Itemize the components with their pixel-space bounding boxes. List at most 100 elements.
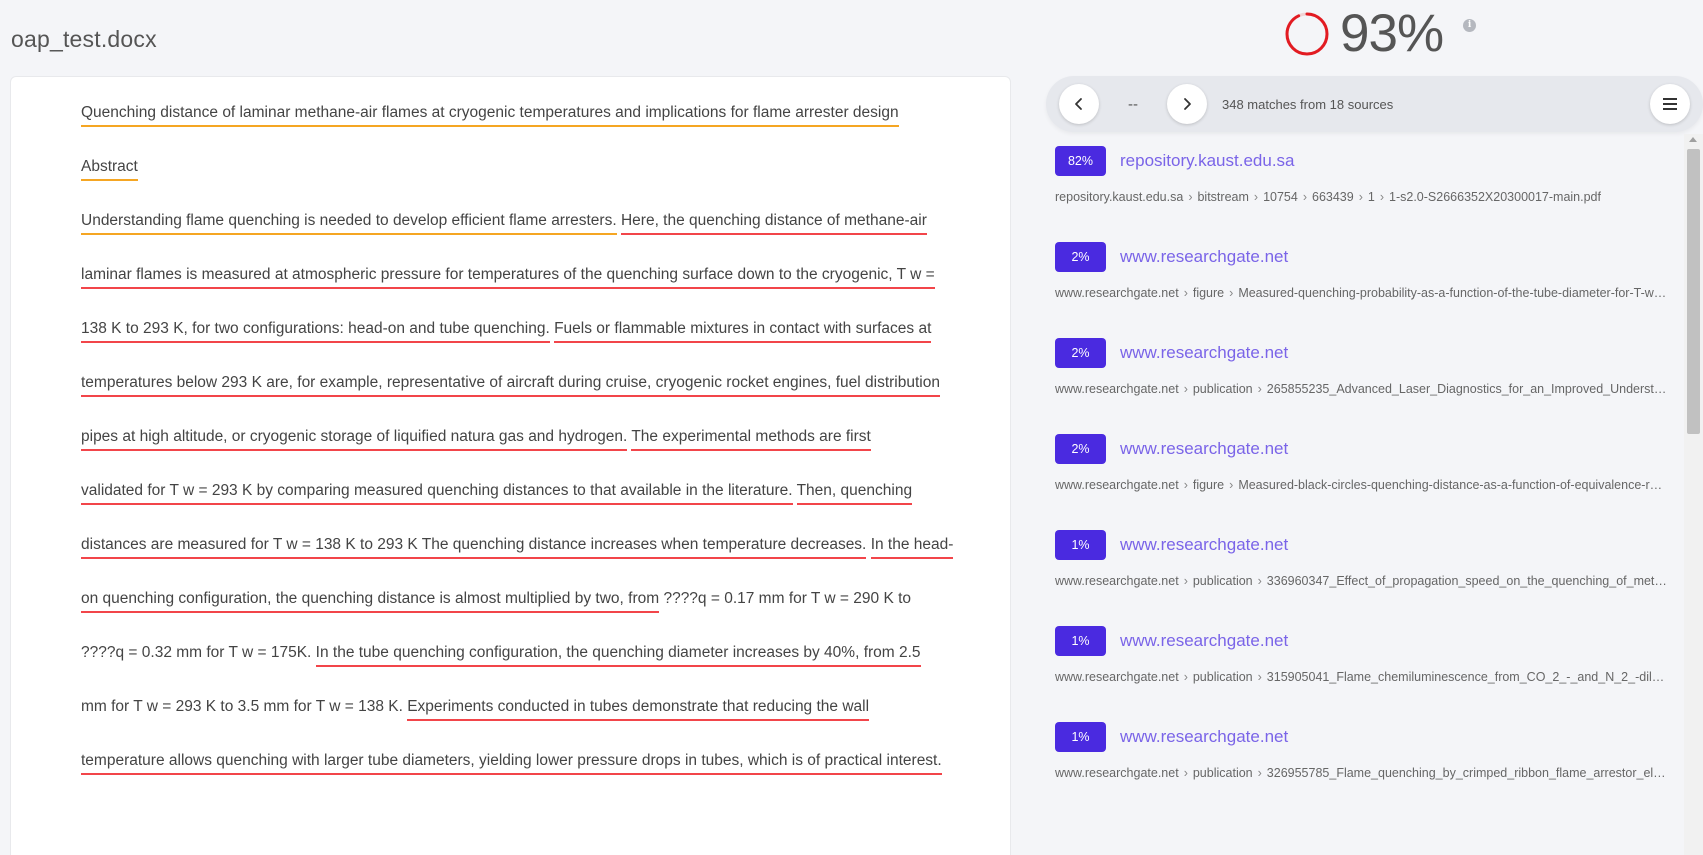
source-path: www.researchgate.net › publication › 3369603…	[1055, 574, 1667, 588]
source-item[interactable]: 2% www.researchgate.net www.researchgate.n…	[1055, 434, 1675, 514]
source-path-segment: 1-s2.0-S2666352X20300017-main.pdf	[1389, 190, 1601, 204]
source-path: www.researchgate.net › publication › 2658552…	[1055, 382, 1667, 396]
source-item[interactable]: 1% www.researchgate.net www.researchgate.n…	[1055, 530, 1675, 610]
breadcrumb-separator-icon: ›	[1183, 766, 1188, 780]
document-title: oap_test.docx	[11, 26, 157, 52]
source-path-segment: bitstream	[1197, 190, 1249, 204]
source-path-segment: 336960347_Effect_of_propagation_speed_on…	[1266, 574, 1667, 588]
source-percent-badge: 1%	[1055, 626, 1106, 656]
breadcrumb-separator-icon: ›	[1188, 190, 1193, 204]
source-path-segment: repository.kaust.edu.sa	[1055, 190, 1184, 204]
source-path-segment: 265855235_Advanced_Laser_Diagnostics_for…	[1266, 382, 1667, 396]
matched-text-segment[interactable]: In the head-	[870, 536, 954, 559]
source-item[interactable]: 2% www.researchgate.net www.researchgate.n…	[1055, 338, 1675, 418]
matched-text-segment[interactable]: Quenching distance of laminar methane-ai…	[81, 104, 899, 127]
source-path-segment: 10754	[1263, 190, 1298, 204]
source-path: www.researchgate.net › figure › Measured-bla…	[1055, 478, 1667, 492]
previous-match-button[interactable]	[1059, 84, 1099, 124]
matched-text-segment[interactable]: Then, quenching	[796, 482, 913, 505]
source-path-segment: publication	[1192, 766, 1253, 780]
text-segment: ????q = 0.17 mm for T w = 290 K to	[659, 590, 912, 607]
breadcrumb-separator-icon: ›	[1257, 670, 1262, 684]
source-path-segment: publication	[1192, 382, 1253, 396]
breadcrumb-separator-icon: ›	[1358, 190, 1363, 204]
source-item[interactable]: 2% www.researchgate.net www.researchgate.n…	[1055, 242, 1675, 322]
source-item[interactable]: 1% www.researchgate.net www.researchgate.n…	[1055, 626, 1675, 706]
source-path-segment: www.researchgate.net	[1055, 382, 1179, 396]
source-percent-badge: 1%	[1055, 530, 1106, 560]
source-domain-link[interactable]: www.researchgate.net	[1120, 631, 1288, 651]
document-line: validated for T w = 293 K by comparing m…	[81, 475, 941, 529]
document-line: on quenching configuration, the quenchin…	[81, 583, 941, 637]
scrollbar[interactable]	[1684, 134, 1703, 855]
text-segment	[793, 482, 797, 499]
breadcrumb-separator-icon: ›	[1229, 286, 1234, 300]
text-segment: ????q = 0.32 mm for T w = 175K.	[81, 644, 316, 661]
source-path-segment: 1	[1367, 190, 1375, 204]
breadcrumb-separator-icon: ›	[1379, 190, 1385, 204]
source-path: www.researchgate.net › publication › 3269557…	[1055, 766, 1667, 780]
breadcrumb-separator-icon: ›	[1183, 478, 1188, 492]
menu-button[interactable]	[1650, 84, 1690, 124]
source-domain-link[interactable]: www.researchgate.net	[1120, 439, 1288, 459]
source-domain-link[interactable]: www.researchgate.net	[1120, 727, 1288, 747]
matched-text-segment[interactable]: on quenching configuration, the quenchin…	[81, 590, 660, 613]
document-line: mm for T w = 293 K to 3.5 mm for T w = 1…	[81, 691, 941, 745]
source-percent-badge: 2%	[1055, 242, 1106, 272]
document-line: Understanding flame quenching is needed …	[81, 205, 941, 259]
source-path-segment: publication	[1192, 574, 1253, 588]
source-path: www.researchgate.net › publication › 3159050…	[1055, 670, 1667, 684]
score-percent: 93%	[1340, 4, 1444, 63]
scrollbar-thumb[interactable]	[1687, 149, 1700, 434]
matched-text-segment[interactable]: Abstract	[81, 158, 138, 181]
source-list: 82% repository.kaust.edu.sa repository.kau…	[1046, 132, 1703, 855]
source-item[interactable]: 82% repository.kaust.edu.sa repository.kau…	[1055, 146, 1675, 226]
score-ring-icon	[1285, 12, 1329, 55]
source-path-segment: 326955785_Flame_quenching_by_crimped_rib…	[1266, 766, 1667, 780]
document-line: ????q = 0.32 mm for T w = 175K. In the t…	[81, 637, 941, 691]
matched-text-segment[interactable]: temperature allows quenching with larger…	[81, 752, 942, 775]
document-line: Quenching distance of laminar methane-ai…	[81, 97, 941, 151]
source-domain-link[interactable]: www.researchgate.net	[1120, 247, 1288, 267]
source-path-segment: www.researchgate.net	[1055, 478, 1179, 492]
matched-text-segment[interactable]: validated for T w = 293 K by comparing m…	[81, 482, 793, 505]
matched-text-segment[interactable]: distances are measured for T w = 138 K t…	[81, 536, 867, 559]
matched-text-segment[interactable]: The experimental methods are first	[631, 428, 871, 451]
document-line: Abstract	[81, 151, 941, 205]
hamburger-menu-icon	[1663, 98, 1677, 110]
source-path-segment: www.researchgate.net	[1055, 286, 1179, 300]
source-path-segment: Measured-black-circles-quenching-distanc…	[1238, 478, 1667, 492]
matched-text-segment[interactable]: 138 K to 293 K, for two configurations: …	[81, 320, 550, 343]
matched-text-segment[interactable]: Understanding flame quenching is needed …	[81, 212, 617, 235]
chevron-left-icon	[1075, 98, 1082, 110]
source-item[interactable]: 1% www.researchgate.net www.researchgate.n…	[1055, 722, 1675, 802]
document-line: distances are measured for T w = 138 K t…	[81, 529, 954, 583]
source-domain-link[interactable]: www.researchgate.net	[1120, 343, 1288, 363]
source-path-segment: 315905041_Flame_chemiluminescence_from_C…	[1266, 670, 1667, 684]
info-icon[interactable]: i	[1463, 19, 1477, 32]
source-percent-badge: 1%	[1055, 722, 1106, 752]
next-match-button[interactable]	[1167, 84, 1207, 124]
source-domain-link[interactable]: repository.kaust.edu.sa	[1120, 151, 1295, 171]
matched-text-segment[interactable]: Fuels or flammable mixtures in contact w…	[554, 320, 932, 343]
source-percent-badge: 2%	[1055, 338, 1106, 368]
source-percent-badge: 82%	[1055, 146, 1106, 176]
matched-text-segment[interactable]: temperatures below 293 K are, for exampl…	[81, 374, 940, 397]
source-domain-link[interactable]: www.researchgate.net	[1120, 535, 1288, 555]
document-line: temperature allows quenching with larger…	[81, 745, 942, 799]
source-path-segment: www.researchgate.net	[1055, 766, 1179, 780]
document-line: pipes at high altitude, or cryogenic sto…	[81, 421, 941, 475]
matched-text-segment[interactable]: pipes at high altitude, or cryogenic sto…	[81, 428, 628, 451]
source-path: www.researchgate.net › figure › Measured-que…	[1055, 286, 1667, 300]
document-line: laminar flames is measured at atmospheri…	[81, 259, 941, 313]
source-path-segment: www.researchgate.net	[1055, 574, 1179, 588]
matched-text-segment[interactable]: laminar flames is measured at atmospheri…	[81, 266, 935, 289]
breadcrumb-separator-icon: ›	[1302, 190, 1307, 204]
source-path-segment: figure	[1192, 478, 1225, 492]
matched-text-segment[interactable]: In the tube quenching configuration, the…	[315, 644, 921, 667]
source-path-segment: figure	[1192, 286, 1225, 300]
breadcrumb-separator-icon: ›	[1183, 382, 1188, 396]
matched-text-segment[interactable]: Here, the quenching distance of methane-…	[620, 212, 927, 235]
scroll-up-arrow-icon[interactable]	[1689, 137, 1697, 142]
matched-text-segment[interactable]: Experiments conducted in tubes demonstra…	[407, 698, 870, 721]
